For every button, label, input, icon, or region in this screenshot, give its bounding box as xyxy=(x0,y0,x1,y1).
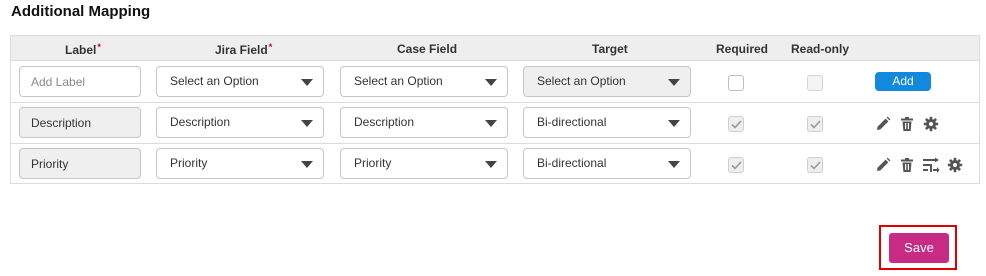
label-field[interactable] xyxy=(19,148,141,179)
header-label: Label* xyxy=(65,42,101,57)
case-field-select-value: Description xyxy=(354,115,415,129)
add-label-input[interactable] xyxy=(19,66,141,97)
check-icon xyxy=(810,120,821,129)
gear-icon[interactable] xyxy=(947,157,963,173)
header-required: Required xyxy=(716,42,769,56)
jira-field-select-value: Description xyxy=(170,115,231,129)
case-field-select[interactable]: Priority xyxy=(340,148,508,179)
table-row: Description Description Bi-directional xyxy=(11,103,979,144)
case-field-select-value: Priority xyxy=(354,156,392,170)
target-select[interactable]: Bi-directional xyxy=(523,148,691,179)
check-icon xyxy=(810,161,821,170)
target-select[interactable]: Bi-directional xyxy=(523,107,691,138)
required-marker: * xyxy=(268,42,273,52)
jira-field-select-value: Priority xyxy=(170,156,208,170)
jira-field-select[interactable]: Priority xyxy=(156,148,324,179)
gear-icon[interactable] xyxy=(923,116,939,132)
section-title: Additional Mapping xyxy=(11,3,151,20)
check-icon xyxy=(731,161,742,170)
chevron-down-icon xyxy=(301,120,313,127)
target-select-value: Bi-directional xyxy=(537,156,607,170)
pencil-icon[interactable] xyxy=(875,116,891,132)
trash-icon[interactable] xyxy=(899,116,915,132)
header-jira-field-text: Jira Field xyxy=(215,43,268,57)
header-label-text: Label xyxy=(65,43,97,57)
required-marker: * xyxy=(97,42,101,52)
case-field-select[interactable]: Select an Option xyxy=(340,66,508,97)
table-row-new: Select an Option Select an Option Select… xyxy=(11,61,979,102)
table-header: Label* Jira Field* Case Field Target Req… xyxy=(11,36,979,61)
chevron-down-icon xyxy=(668,79,680,86)
header-read-only: Read-only xyxy=(791,42,850,56)
save-button[interactable]: Save xyxy=(889,233,949,263)
chevron-down-icon xyxy=(485,161,497,168)
add-button[interactable]: Add xyxy=(875,72,931,91)
target-select-value: Select an Option xyxy=(537,74,626,88)
read-only-checkbox[interactable] xyxy=(807,116,823,132)
chevron-down-icon xyxy=(668,120,680,127)
chevron-down-icon xyxy=(668,161,680,168)
header-target: Target xyxy=(592,42,628,56)
label-field[interactable] xyxy=(19,107,141,138)
pencil-icon[interactable] xyxy=(875,157,891,173)
required-checkbox[interactable] xyxy=(728,75,744,91)
read-only-checkbox[interactable] xyxy=(807,157,823,173)
chevron-down-icon xyxy=(485,120,497,127)
target-select[interactable]: Select an Option xyxy=(523,66,691,97)
chevron-down-icon xyxy=(301,161,313,168)
target-select-value: Bi-directional xyxy=(537,115,607,129)
header-case-field: Case Field xyxy=(397,42,458,56)
jira-field-select-value: Select an Option xyxy=(170,74,259,88)
table-row: Priority Priority Bi-directional xyxy=(11,144,979,185)
check-icon xyxy=(731,120,742,129)
case-field-select-value: Select an Option xyxy=(354,74,443,88)
chevron-down-icon xyxy=(301,79,313,86)
value-mapping-icon[interactable] xyxy=(922,157,940,173)
chevron-down-icon xyxy=(485,79,497,86)
required-checkbox[interactable] xyxy=(728,116,744,132)
read-only-checkbox[interactable] xyxy=(807,75,823,91)
trash-icon[interactable] xyxy=(899,157,915,173)
case-field-select[interactable]: Description xyxy=(340,107,508,138)
required-checkbox[interactable] xyxy=(728,157,744,173)
jira-field-select[interactable]: Description xyxy=(156,107,324,138)
jira-field-select[interactable]: Select an Option xyxy=(156,66,324,97)
mapping-table: Label* Jira Field* Case Field Target Req… xyxy=(10,35,980,184)
header-jira-field: Jira Field* xyxy=(215,42,272,57)
